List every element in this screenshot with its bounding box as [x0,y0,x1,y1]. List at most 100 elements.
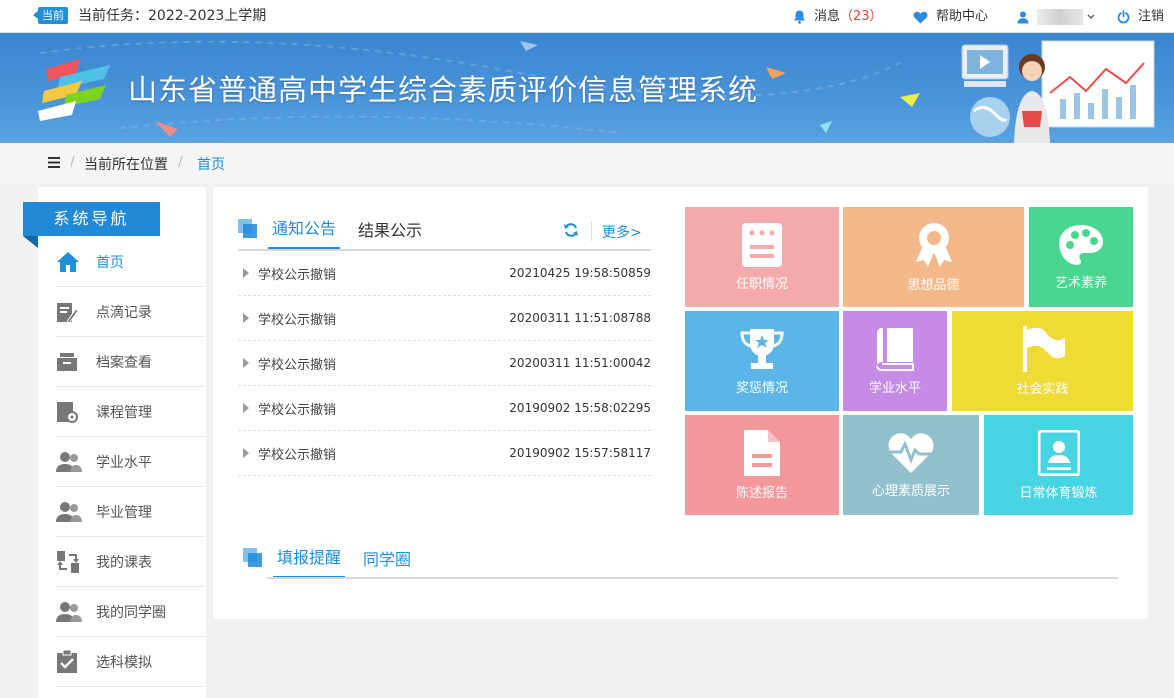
top-bar: 当前 当前任务：2022-2023上学期 消息 （23） 帮助中心 注销 [0,0,1174,33]
tile-label: 任职情况 [735,276,788,292]
tab-fill-reminder[interactable]: 填报提醒 [273,544,346,578]
notice-title: 学校公示撤销 [258,267,337,283]
notice-title: 学校公示撤销 [258,312,337,328]
breadcrumb-current[interactable]: 首页 [197,154,225,174]
notice-tabs: 通知公告 结果公示 [238,213,440,249]
user-menu[interactable] [1017,8,1103,26]
list-item[interactable]: 学校公示撤销 20190902 15:58:02295 [238,386,651,431]
sidebar-item-label: 我的课表 [96,554,152,571]
sidebar-item-label: 点滴记录 [96,304,152,321]
help-center-link[interactable]: 帮助中心 [913,8,988,26]
reminder-tabs: 填报提醒 同学圈 [243,542,429,578]
sidebar-item-label: 选科模拟 [96,654,152,671]
id-card-icon [1037,429,1080,476]
header-banner: 山东省普通高中学生综合素质评价信息管理系统 [0,33,1174,143]
notice-date: 20200311 11:51:00042 [509,356,651,370]
breadcrumb-separator: / [178,154,183,170]
tile-moral[interactable]: 思想品德 [843,207,1024,307]
caret-right-icon [243,403,249,413]
tab-notices[interactable]: 通知公告 [268,215,341,249]
home-icon [57,251,79,272]
course-settings-icon [57,401,78,423]
nav-list: 首页 点滴记录 档案查看 课程管理 学业水平 毕业管理 我的课表 我的同学圈 选… [56,237,204,687]
sidebar-item-label: 档案查看 [96,354,152,371]
power-icon [1117,10,1130,24]
book-icon [876,327,914,371]
sidebar-item-label: 课程管理 [96,404,152,421]
notice-title: 学校公示撤销 [258,402,337,418]
archive-box-icon [57,352,77,371]
tile-social-practice[interactable]: 社会实践 [952,311,1133,411]
list-item[interactable]: 学校公示撤销 20200311 11:51:08788 [238,296,651,341]
user-name-blurred [1037,9,1083,25]
tile-label: 日常体育锻炼 [1019,485,1098,501]
trophy-icon [740,328,784,369]
tile-label: 艺术素养 [1054,275,1107,291]
flag-icon [1022,325,1065,372]
notice-title: 学校公示撤销 [258,447,337,463]
caret-right-icon [243,268,249,278]
tile-academic[interactable]: 学业水平 [843,311,947,411]
notice-title: 学校公示撤销 [258,357,337,373]
tile-art[interactable]: 艺术素养 [1029,207,1133,307]
tile-statement-report[interactable]: 陈述报告 [685,415,839,515]
bell-icon [794,10,805,24]
palette-icon [1059,224,1103,265]
medal-icon [915,222,952,267]
tile-rewards[interactable]: 奖惩情况 [685,311,839,411]
sidebar-item-courses[interactable]: 课程管理 [56,387,204,437]
breadcrumb-separator: / [70,154,75,170]
breadcrumb: / 当前所在位置 / 首页 [0,143,1174,183]
users-icon [56,601,82,622]
sidebar-item-timetable[interactable]: 我的课表 [56,537,204,587]
banner-illustration [961,40,1155,143]
heart-icon [913,11,928,23]
current-task: 当前任务：2022-2023上学期 [78,8,267,24]
system-logo [38,59,110,121]
tile-label: 陈述报告 [735,485,788,501]
sidebar-item-academic-level[interactable]: 学业水平 [56,437,204,487]
breadcrumb-location-label: 当前所在位置 [84,157,168,173]
sidebar-item-label: 毕业管理 [96,504,152,521]
messages-count: （23） [840,9,883,24]
more-link[interactable]: 更多> [602,222,642,242]
clipboard-check-icon [57,649,77,673]
logout-link[interactable]: 注销 [1117,8,1164,26]
sidebar-item-home[interactable]: 首页 [56,237,204,287]
notice-date: 20190902 15:58:02295 [509,401,651,415]
list-item[interactable]: 学校公示撤销 20200311 11:51:00042 [238,341,651,386]
tab-results[interactable]: 结果公示 [354,217,426,249]
logout-label: 注销 [1138,9,1165,24]
help-center-label: 帮助中心 [936,9,989,24]
user-icon [1017,11,1029,23]
sidebar-item-label: 学业水平 [96,454,152,471]
sidebar-item-subject-simulation[interactable]: 选科模拟 [56,637,204,687]
file-report-icon [744,429,780,476]
sidebar-item-classmates[interactable]: 我的同学圈 [56,587,204,637]
sidebar-item-records[interactable]: 点滴记录 [56,287,204,337]
sidebar-item-label: 首页 [96,254,124,271]
tab-stack-icon [238,219,258,239]
notice-date: 20210425 19:58:50859 [509,266,651,280]
swap-icon [57,550,79,573]
users-icon [56,501,82,522]
tile-daily-exercise[interactable]: 日常体育锻炼 [984,415,1133,515]
tab-classmate-circle[interactable]: 同学圈 [359,546,415,578]
tile-label: 学业水平 [868,380,921,396]
menu-toggle-icon[interactable] [48,157,60,168]
list-item[interactable]: 学校公示撤销 20210425 19:58:50859 [238,251,651,296]
sidebar-item-label: 我的同学圈 [96,604,166,621]
list-item[interactable]: 学校公示撤销 20190902 15:57:58117 [238,431,651,476]
tile-position[interactable]: 任职情况 [685,207,839,307]
caret-right-icon [243,313,249,323]
messages-link[interactable]: 消息 （23） [793,8,883,26]
sidebar-item-graduation[interactable]: 毕业管理 [56,487,204,537]
edit-icon [57,302,78,323]
tile-psychology[interactable]: 心理素质展示 [843,415,979,515]
notice-date: 20190902 15:57:58117 [509,446,651,460]
divider [591,221,592,241]
caret-right-icon [243,358,249,368]
refresh-icon[interactable] [564,223,578,237]
sidebar-item-archive[interactable]: 档案查看 [56,337,204,387]
caret-right-icon [243,448,249,458]
